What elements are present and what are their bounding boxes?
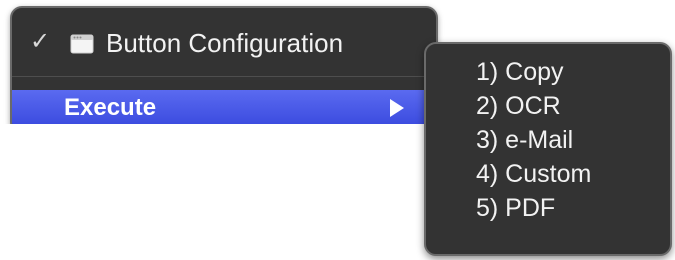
submenu-item-copy[interactable]: 1) Copy bbox=[476, 56, 564, 88]
context-menu: ✓ Button Configuration Execute bbox=[10, 6, 438, 134]
menu-item-label: Execute bbox=[64, 94, 157, 121]
menu-separator bbox=[12, 76, 436, 77]
submenu-arrow-icon bbox=[390, 99, 404, 117]
menu-stage: ✓ Button Configuration Execute 1) Copy 2… bbox=[0, 0, 675, 260]
submenu-item-email[interactable]: 3) e-Mail bbox=[476, 124, 573, 156]
submenu-item-pdf[interactable]: 5) PDF bbox=[476, 192, 555, 224]
menu-item-label: Button Configuration bbox=[106, 28, 344, 58]
checkmark-icon: ✓ bbox=[30, 28, 51, 55]
submenu-item-ocr[interactable]: 2) OCR bbox=[476, 90, 561, 122]
submenu-item-custom[interactable]: 4) Custom bbox=[476, 158, 591, 190]
crop-mask bbox=[0, 124, 440, 260]
execute-submenu: 1) Copy 2) OCR 3) e-Mail 4) Custom 5) PD… bbox=[424, 42, 672, 256]
menu-item-button-configuration[interactable]: ✓ Button Configuration bbox=[12, 20, 436, 64]
menu-item-execute[interactable]: Execute bbox=[12, 90, 436, 126]
window-icon bbox=[70, 34, 94, 54]
